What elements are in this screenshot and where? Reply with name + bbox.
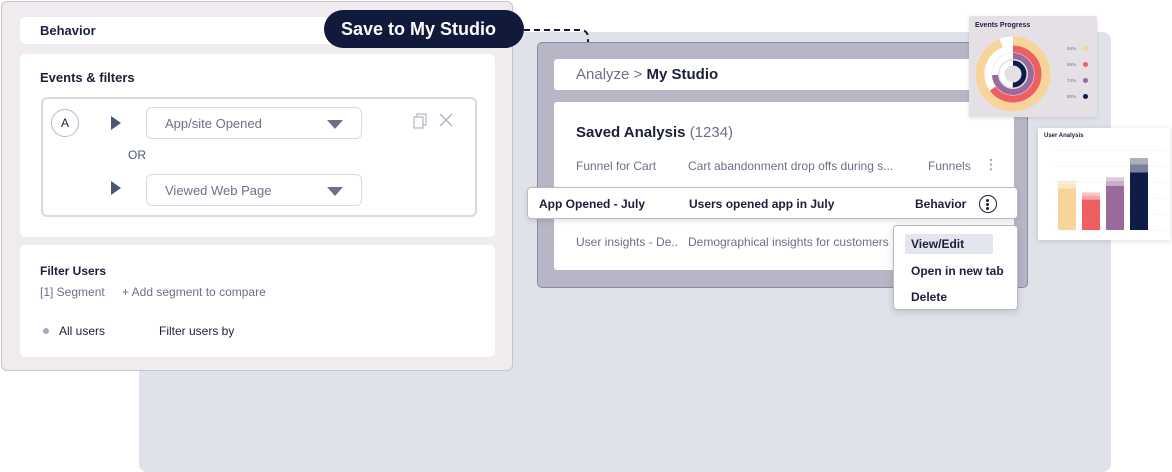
bar-segment [1130,164,1148,173]
bar-segment [1106,177,1124,182]
chevron-down-icon [327,187,343,196]
bar-segment [1058,183,1076,189]
table-row-selected[interactable]: App Opened - July Users opened app in Ju… [527,187,1018,219]
close-icon[interactable] [439,113,453,127]
segment-dot-icon [43,328,49,334]
save-to-studio-callout: Save to My Studio [324,10,524,48]
event-select-2[interactable]: Viewed Web Page [146,174,362,206]
saved-analysis-count: (1234) [689,124,734,141]
segment-label[interactable]: [1] Segment [40,285,105,299]
event-group-badge: A [51,109,79,137]
event-select-2-value: Viewed Web Page [165,183,272,198]
progress-legend-label: 74% [1067,78,1077,83]
bar-segment [1082,192,1100,196]
breadcrumb-separator: > [629,66,647,83]
bar-segment [1130,158,1148,165]
row-type: Funnels [928,159,971,173]
event-group: A App/site Opened OR Viewed Web Page [41,97,477,217]
bar-segment [1106,186,1124,230]
breadcrumb: Analyze > My Studio [554,59,1027,90]
progress-legend-dot [1083,46,1088,51]
all-users-label: All users [59,324,106,338]
progress-legend-label: 50% [1067,94,1077,99]
row-name[interactable]: User insights - De.. [576,235,678,249]
menu-item-view-edit[interactable]: View/Edit [905,234,993,254]
row-name[interactable]: Funnel for Cart [576,159,656,173]
chevron-down-icon [327,120,343,129]
filter-users-by-button[interactable]: Filter users by [159,324,234,338]
progress-legend-dot [1083,62,1088,67]
events-progress-title: Events Progress [975,22,1031,29]
row-name: App Opened - July [539,197,646,211]
bar-segment [1058,188,1076,230]
more-options-icon[interactable] [979,195,997,213]
progress-legend-dot [1083,78,1088,83]
events-progress-rings [975,36,1051,112]
row-description: Demographical insights for customers [688,235,889,249]
copy-icon[interactable] [413,113,427,129]
event-select-1-value: App/site Opened [165,116,262,131]
row-description: Cart abandonment drop offs during s... [688,159,894,173]
behavior-panel: Behavior Events & filters A App/site Ope… [1,1,513,371]
row-type: Behavior [915,197,967,211]
filter-users-card: Filter Users [1] Segment + Add segment t… [20,245,495,357]
menu-item-open-new-tab[interactable]: Open in new tab [905,261,1010,281]
event-select-1[interactable]: App/site Opened [146,107,362,139]
progress-legend-label: 65% [1067,62,1077,67]
breadcrumb-parent[interactable]: Analyze [576,66,629,83]
bar-segment [1106,181,1124,186]
play-icon[interactable] [111,116,121,130]
user-analysis-chart [1052,149,1166,231]
bar-segment [1082,195,1100,200]
saved-analysis-heading: Saved Analysis [576,124,686,141]
bar-segment [1058,180,1076,184]
events-progress-card: Events Progress 94% 65% 74% 50% [969,16,1097,117]
menu-item-delete[interactable]: Delete [905,287,953,307]
breadcrumb-current: My Studio [646,66,719,83]
progress-legend-label: 94% [1067,46,1077,51]
events-filters-title: Events & filters [40,70,135,85]
progress-legend-dot [1083,94,1088,99]
filter-users-title: Filter Users [40,264,107,278]
add-segment-link[interactable]: + Add segment to compare [122,285,266,299]
bar-segment [1082,199,1100,230]
row-context-menu: View/Edit Open in new tab Delete [893,225,1018,310]
or-connector: OR [128,148,146,162]
user-analysis-card: User Analysis [1038,128,1170,240]
bar-segment [1130,172,1148,230]
play-icon[interactable] [111,181,121,195]
row-description: Users opened app in July [689,197,835,211]
more-options-icon[interactable]: ⋮ [984,156,998,173]
events-filters-card: Events & filters A App/site Opened OR Vi… [20,54,495,237]
saved-analysis-title: Saved Analysis (1234) [576,124,733,141]
